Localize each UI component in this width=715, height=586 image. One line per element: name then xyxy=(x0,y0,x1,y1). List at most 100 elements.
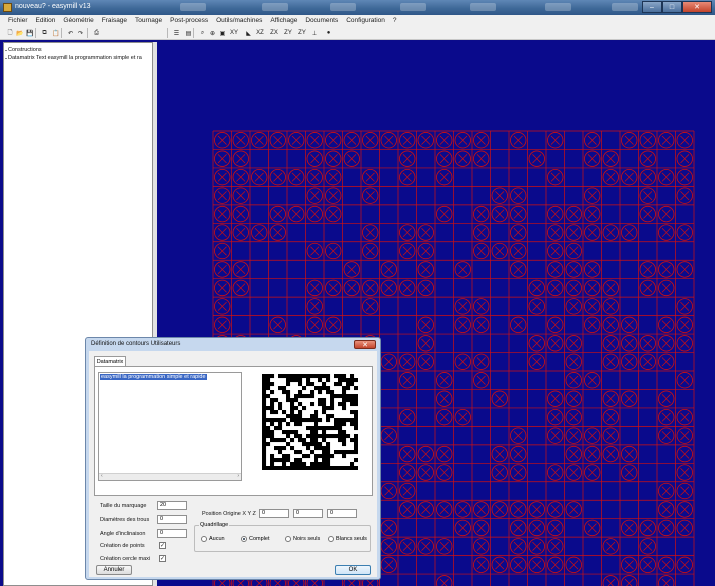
menu-post-process[interactable]: Post-process xyxy=(166,17,212,24)
datamatrix-module xyxy=(314,454,319,459)
datamatrix-module xyxy=(262,430,267,435)
datamatrix-module xyxy=(270,410,275,415)
datamatrix-module xyxy=(346,466,351,470)
datamatrix-module xyxy=(302,466,307,470)
dialog-close-icon[interactable]: ✕ xyxy=(354,340,376,349)
radio-noirs-seuls[interactable]: Noirs seuls xyxy=(285,536,320,542)
scroll-right-icon[interactable]: › xyxy=(237,473,239,479)
origin-z-input[interactable]: 0 xyxy=(327,509,357,518)
datamatrix-module xyxy=(262,418,267,423)
datamatrix-module xyxy=(346,434,351,439)
datamatrix-module xyxy=(262,466,267,470)
datamatrix-text-input[interactable]: easymill la programmation simple et rapi… xyxy=(98,372,242,481)
datamatrix-module xyxy=(294,466,299,470)
menu-outils-machines[interactable]: Outils/machines xyxy=(212,17,266,24)
menu-bar: Fichier Edition Géométrie Fraisage Tourn… xyxy=(0,15,715,26)
zoom-box-icon[interactable]: ▣ xyxy=(218,28,227,38)
menu-fichier[interactable]: Fichier xyxy=(4,17,32,24)
datamatrix-module xyxy=(338,466,343,470)
datamatrix-module xyxy=(310,402,315,407)
tree-item-datamatrix[interactable]: Datamatrix Text easymill la programmatio… xyxy=(5,55,142,61)
taille-input[interactable]: 20 xyxy=(157,501,187,510)
cancel-button[interactable]: Annuler xyxy=(96,565,132,575)
datamatrix-module xyxy=(330,434,335,439)
scroll-left-icon[interactable]: ‹ xyxy=(101,473,103,479)
diametre-input[interactable]: 0 xyxy=(157,515,187,524)
minimize-icon[interactable]: – xyxy=(642,1,662,13)
menu-help[interactable]: ? xyxy=(389,17,401,24)
radio-dot-selected xyxy=(241,536,247,542)
radio-complet[interactable]: Complet xyxy=(241,536,269,542)
menu-documents[interactable]: Documents xyxy=(301,17,342,24)
ok-button[interactable]: OK xyxy=(335,565,371,575)
radio-blancs-seuls[interactable]: Blancs seuls xyxy=(328,536,367,542)
datamatrix-module xyxy=(326,414,331,419)
undo-icon[interactable]: ↶ xyxy=(66,28,75,38)
points-checkbox[interactable]: ✓ xyxy=(159,542,166,549)
maximize-icon[interactable]: □ xyxy=(662,1,682,13)
xz-view-icon[interactable]: XZ xyxy=(254,28,266,38)
radio-aucun-label: Aucun xyxy=(209,536,225,542)
copy-icon[interactable]: ⧉ xyxy=(40,28,49,38)
datamatrix-module xyxy=(262,422,267,427)
datamatrix-module xyxy=(286,430,291,435)
text-hscrollbar[interactable]: ‹ › xyxy=(99,473,241,480)
datamatrix-module xyxy=(354,422,358,427)
menu-edition[interactable]: Edition xyxy=(32,17,60,24)
menu-fraisage[interactable]: Fraisage xyxy=(98,17,131,24)
menu-tournage[interactable]: Tournage xyxy=(131,17,166,24)
datamatrix-module xyxy=(306,378,311,383)
menu-affichage[interactable]: Affichage xyxy=(266,17,301,24)
menu-configuration[interactable]: Configuration xyxy=(342,17,389,24)
zoom-in-icon[interactable]: ⊕ xyxy=(208,28,217,38)
menu-geometrie[interactable]: Géométrie xyxy=(59,17,97,24)
redo-icon[interactable]: ↷ xyxy=(76,28,85,38)
datamatrix-module xyxy=(306,446,311,451)
list-icon[interactable]: ▤ xyxy=(184,28,193,38)
radio-aucun[interactable]: Aucun xyxy=(201,536,225,542)
zoom-fit-icon[interactable]: ⌕ xyxy=(198,28,207,38)
datamatrix-module xyxy=(282,410,287,415)
datamatrix-module xyxy=(262,438,267,443)
zy-view-icon[interactable]: ZY xyxy=(282,28,294,38)
tree-item-constructions[interactable]: Constructions xyxy=(5,47,42,53)
layers-icon[interactable]: ☰ xyxy=(172,28,181,38)
datamatrix-module xyxy=(338,382,343,387)
datamatrix-module xyxy=(274,438,279,443)
datamatrix-module xyxy=(338,430,343,435)
close-icon[interactable]: ✕ xyxy=(682,1,712,13)
title-bar[interactable]: nouveau? - easymill v13 – □ ✕ xyxy=(0,0,715,15)
cercle-checkbox[interactable]: ✓ xyxy=(159,555,166,562)
datamatrix-module xyxy=(266,430,271,435)
print-icon[interactable]: ⎙ xyxy=(92,28,101,38)
toolbar-separator xyxy=(167,28,168,38)
datamatrix-module xyxy=(266,382,271,387)
origin-x-input[interactable]: 0 xyxy=(259,509,289,518)
tab-datamatrix[interactable]: Datamatrix xyxy=(94,356,126,366)
datamatrix-module xyxy=(338,450,343,455)
datamatrix-module xyxy=(322,462,327,467)
datamatrix-module xyxy=(262,462,267,467)
datamatrix-module xyxy=(274,466,279,470)
datamatrix-module xyxy=(350,398,355,403)
datamatrix-module xyxy=(290,398,295,403)
datamatrix-module xyxy=(262,390,267,395)
iso-view-icon[interactable]: ◣ xyxy=(244,28,253,38)
datamatrix-module xyxy=(270,434,275,439)
zx-view-icon[interactable]: ZX xyxy=(268,28,280,38)
quadrillage-label: Quadrillage xyxy=(199,522,230,528)
zy2-view-icon[interactable]: ZY xyxy=(296,28,308,38)
xy-view-icon[interactable]: XY xyxy=(228,28,240,38)
datamatrix-module xyxy=(310,418,315,423)
origin-y-input[interactable]: 0 xyxy=(293,509,323,518)
angle-input[interactable]: 0 xyxy=(157,529,187,538)
datamatrix-module xyxy=(342,394,347,399)
datamatrix-module xyxy=(314,462,319,467)
datamatrix-module xyxy=(278,402,283,407)
sphere-icon[interactable]: ● xyxy=(324,28,333,38)
datamatrix-module xyxy=(326,374,331,379)
datamatrix-module xyxy=(318,462,323,467)
axes-icon[interactable]: ⊥ xyxy=(310,28,319,38)
datamatrix-module xyxy=(262,442,267,447)
datamatrix-module xyxy=(298,382,303,387)
